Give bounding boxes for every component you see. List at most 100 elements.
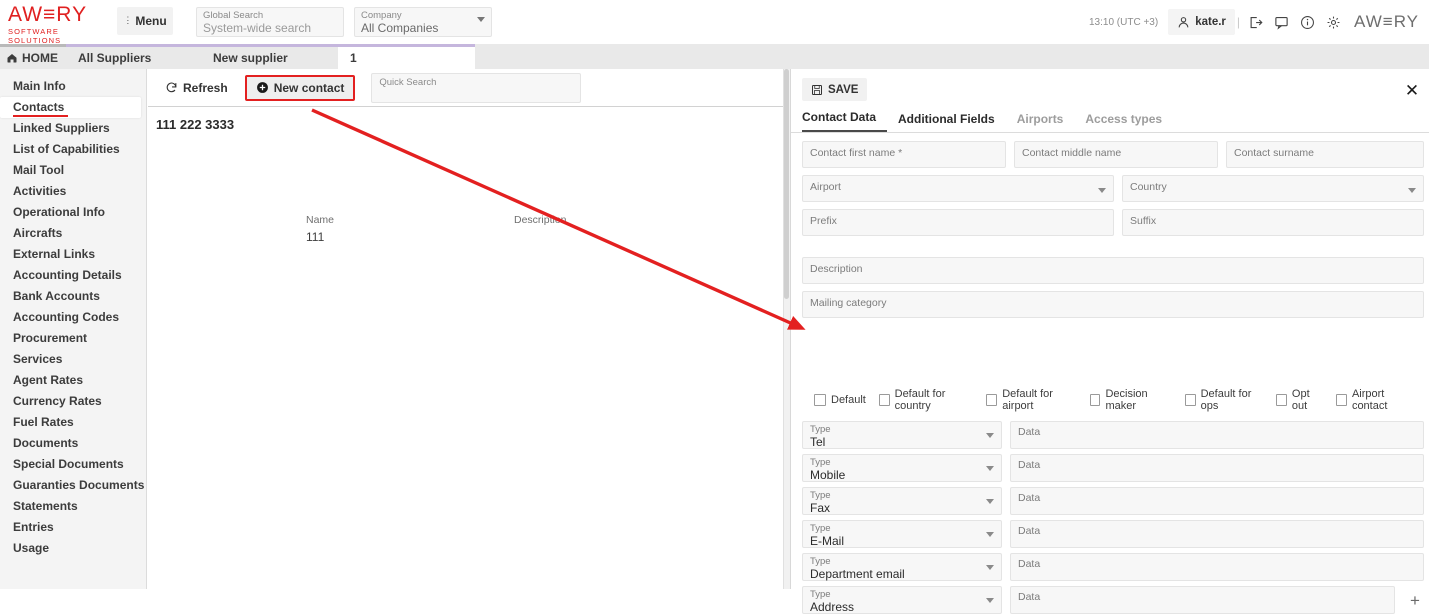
info-icon[interactable]: [1294, 9, 1320, 35]
contact-first-name-field[interactable]: Contact first name *: [802, 141, 1006, 168]
country-select[interactable]: Country: [1122, 175, 1424, 202]
logout-icon[interactable]: [1242, 9, 1268, 35]
sidebar-item-operational-info[interactable]: Operational Info: [0, 202, 146, 223]
chevron-down-icon: [986, 499, 994, 504]
checkbox-label: Opt out: [1292, 388, 1323, 412]
tab-record-1[interactable]: 1: [338, 44, 475, 69]
sidebar-item-external-links[interactable]: External Links: [0, 244, 146, 265]
panel-tab-access-types[interactable]: Access types: [1074, 112, 1173, 132]
brand-wordmark-right: AW≡RY: [1354, 12, 1419, 32]
mailing-category-field[interactable]: Mailing category: [802, 291, 1424, 318]
sidebar-item-services[interactable]: Services: [0, 349, 146, 370]
sidebar-item-main-info[interactable]: Main Info: [0, 76, 146, 97]
checkbox-box-icon[interactable]: [814, 394, 826, 406]
contact-type-select[interactable]: Type E-Mail: [802, 520, 1002, 548]
panel-tab-airports[interactable]: Airports: [1006, 112, 1075, 132]
save-button[interactable]: SAVE: [802, 78, 867, 101]
checkbox-opt-out[interactable]: Opt out: [1276, 388, 1323, 412]
airport-select[interactable]: Airport: [802, 175, 1114, 202]
sidebar-item-currency-rates[interactable]: Currency Rates: [0, 391, 146, 412]
company-select[interactable]: Company All Companies: [354, 7, 492, 37]
chevron-down-icon: [1408, 188, 1416, 193]
contact-type-select[interactable]: Type Tel: [802, 421, 1002, 449]
user-menu[interactable]: kate.r: [1168, 9, 1235, 35]
sidebar-item-label: Agent Rates: [13, 373, 83, 387]
sidebar-item-accounting-codes[interactable]: Accounting Codes: [0, 307, 146, 328]
panel-scrollbar-thumb[interactable]: [784, 69, 789, 299]
contact-data-input[interactable]: Data: [1010, 454, 1424, 482]
sidebar-item-procurement[interactable]: Procurement: [0, 328, 146, 349]
checkbox-decision-maker[interactable]: Decision maker: [1090, 388, 1172, 412]
contact-type-select[interactable]: Type Department email: [802, 553, 1002, 581]
sidebar-item-documents[interactable]: Documents: [0, 433, 146, 454]
sidebar-item-accounting-details[interactable]: Accounting Details: [0, 265, 146, 286]
tab-home[interactable]: HOME: [0, 44, 66, 69]
tab-record-1-label: 1: [350, 51, 357, 65]
sidebar-item-contacts[interactable]: Contacts: [0, 97, 141, 118]
sidebar-item-activities[interactable]: Activities: [0, 181, 146, 202]
checkbox-box-icon[interactable]: [986, 394, 997, 406]
sidebar-item-usage[interactable]: Usage: [0, 538, 146, 559]
panel-tab-contact-data[interactable]: Contact Data: [802, 110, 887, 132]
country-label: Country: [1130, 181, 1167, 193]
contact-data-input[interactable]: Data: [1010, 520, 1424, 548]
contact-data-label: Data: [1018, 492, 1040, 504]
chevron-down-icon: [1098, 188, 1106, 193]
sidebar-item-special-documents[interactable]: Special Documents: [0, 454, 146, 475]
tab-new-supplier[interactable]: New supplier: [201, 44, 338, 69]
panel-tab-additional-fields[interactable]: Additional Fields: [887, 112, 1006, 132]
checkbox-box-icon[interactable]: [1276, 394, 1287, 406]
app-logo[interactable]: AW≡RY SOFTWARE SOLUTIONS: [8, 4, 108, 40]
panel-tab-label: Contact Data: [802, 110, 876, 124]
user-icon: [1177, 16, 1190, 29]
chat-icon[interactable]: [1268, 9, 1294, 35]
gear-icon[interactable]: [1320, 9, 1346, 35]
table-row-name[interactable]: 111: [306, 230, 324, 244]
checkbox-default[interactable]: Default: [814, 394, 866, 406]
sidebar-item-guaranties-documents[interactable]: Guaranties Documents: [0, 475, 146, 496]
quick-search-input[interactable]: Quick Search: [371, 73, 581, 103]
sidebar-item-mail-tool[interactable]: Mail Tool: [0, 160, 146, 181]
contact-data-input[interactable]: Data: [1010, 487, 1424, 515]
contact-row-email: Type E-Mail Data: [791, 520, 1429, 548]
contact-data-input[interactable]: Data: [1010, 553, 1424, 581]
sidebar-item-list-of-capabilities[interactable]: List of Capabilities: [0, 139, 146, 160]
sidebar-item-fuel-rates[interactable]: Fuel Rates: [0, 412, 146, 433]
sidebar-item-entries[interactable]: Entries: [0, 517, 146, 538]
mailing-category-label: Mailing category: [810, 297, 886, 309]
checkbox-box-icon[interactable]: [1090, 394, 1101, 406]
add-contact-row-button[interactable]: +: [1404, 589, 1426, 611]
checkbox-box-icon[interactable]: [1336, 394, 1347, 406]
new-contact-button[interactable]: New contact: [245, 75, 356, 101]
contact-type-label: Type: [810, 490, 994, 501]
prefix-field[interactable]: Prefix: [802, 209, 1114, 236]
checkbox-airport-contact[interactable]: Airport contact: [1336, 388, 1414, 412]
checkbox-default-for-airport[interactable]: Default for airport: [986, 388, 1076, 412]
description-field[interactable]: Description: [802, 257, 1424, 284]
contact-middle-name-field[interactable]: Contact middle name: [1014, 141, 1218, 168]
contact-type-select[interactable]: Type Address: [802, 586, 1002, 614]
sidebar-item-linked-suppliers[interactable]: Linked Suppliers: [0, 118, 146, 139]
sidebar-item-bank-accounts[interactable]: Bank Accounts: [0, 286, 146, 307]
checkbox-box-icon[interactable]: [1185, 394, 1196, 406]
suffix-field[interactable]: Suffix: [1122, 209, 1424, 236]
contact-data-input[interactable]: Data: [1010, 586, 1395, 614]
contacts-toolbar: Refresh New contact Quick Search: [148, 69, 783, 107]
refresh-button[interactable]: Refresh: [156, 75, 237, 101]
contact-data-label: Data: [1018, 525, 1040, 537]
close-icon[interactable]: ✕: [1401, 79, 1423, 101]
contact-surname-field[interactable]: Contact surname: [1226, 141, 1424, 168]
sidebar-item-agent-rates[interactable]: Agent Rates: [0, 370, 146, 391]
sidebar-item-statements[interactable]: Statements: [0, 496, 146, 517]
checkbox-default-for-country[interactable]: Default for country: [879, 388, 974, 412]
tab-all-suppliers[interactable]: All Suppliers: [66, 44, 201, 69]
menu-button[interactable]: ⋮ Menu: [117, 7, 173, 35]
global-search-input[interactable]: Global Search System-wide search: [196, 7, 344, 37]
sidebar-item-aircrafts[interactable]: Aircrafts: [0, 223, 146, 244]
contact-type-select[interactable]: Type Mobile: [802, 454, 1002, 482]
contact-data-input[interactable]: Data: [1010, 421, 1424, 449]
contact-type-label: Type: [810, 523, 994, 534]
checkbox-box-icon[interactable]: [879, 394, 890, 406]
checkbox-default-for-ops[interactable]: Default for ops: [1185, 388, 1263, 412]
contact-type-select[interactable]: Type Fax: [802, 487, 1002, 515]
